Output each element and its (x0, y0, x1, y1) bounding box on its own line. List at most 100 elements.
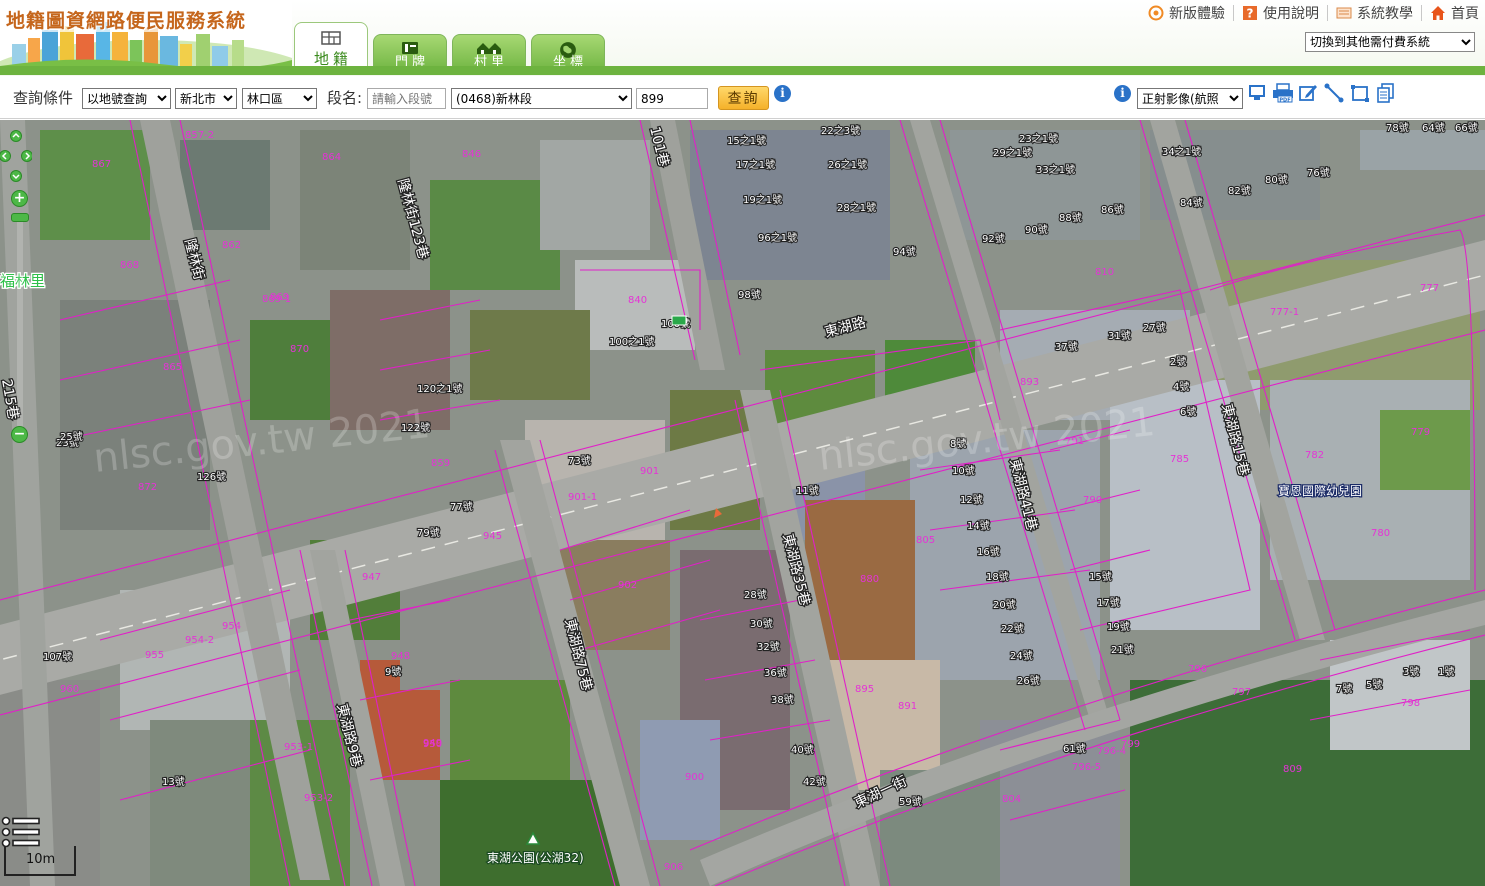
monitor-icon[interactable] (1248, 83, 1268, 103)
house-number-label: 25號 (60, 430, 83, 443)
parcel-label: 867 (92, 159, 111, 170)
poi-kindergarten-label[interactable]: 寶恩國際幼兒園 (1277, 482, 1363, 499)
house-number-label: 11號 (796, 484, 819, 497)
pan-up-icon[interactable] (10, 130, 22, 142)
edit-icon[interactable] (1298, 83, 1318, 103)
building-block (1360, 130, 1485, 170)
poi-park-label[interactable]: 東湖公園(公湖32) (486, 849, 585, 866)
parcel-label: 862 (222, 240, 241, 251)
parcel-label: 901-1 (568, 492, 597, 503)
house-number-label: 100之1號 (609, 335, 654, 348)
parcel-label: 777-1 (1270, 307, 1299, 318)
copy-icon[interactable] (1376, 83, 1396, 103)
parcel-label: 953-2 (304, 793, 333, 804)
divider (1327, 5, 1328, 21)
parcel-label: 864 (322, 152, 341, 163)
tutorial-link[interactable]: 系統教學 (1336, 3, 1413, 23)
house-number-label: 4號 (1173, 380, 1189, 393)
section-code-input[interactable] (367, 88, 446, 109)
query-mode-select[interactable]: 以地號查詢 (82, 88, 171, 109)
parcel-label: 777 (1420, 283, 1439, 294)
help-icon: ? (1243, 6, 1257, 21)
city-select[interactable]: 新北市 (175, 88, 237, 109)
basemap-info-icon[interactable]: i (1114, 85, 1131, 102)
info-icon[interactable]: i (774, 85, 791, 102)
new-version-link[interactable]: 新版體驗 (1148, 3, 1225, 23)
house-number-label: 59號 (899, 795, 922, 808)
parcel-label: 880 (860, 574, 879, 585)
house-number-label: 42號 (803, 775, 826, 788)
parcel-label: 947 (362, 572, 381, 583)
measure-area-icon[interactable] (1350, 83, 1370, 103)
zoom-out-button[interactable]: − (11, 426, 28, 443)
house-number-label: 90號 (1025, 223, 1048, 236)
house-number-label: 14號 (967, 519, 990, 532)
section-select[interactable]: (0468)新林段 (451, 88, 632, 109)
zoom-in-button[interactable]: + (11, 190, 28, 207)
house-number-label: 3號 (1403, 665, 1419, 678)
query-button[interactable]: 查詢 (718, 86, 769, 110)
house-number-label: 61號 (1063, 742, 1086, 755)
house-number-label: 18號 (986, 570, 1009, 583)
parcel-label: 891 (898, 701, 917, 712)
basemap-select[interactable]: 正射影像(航照 (1137, 88, 1243, 109)
divider (1233, 5, 1234, 21)
house-number-label: 13號 (162, 775, 185, 788)
house-number-label: 27號 (1143, 321, 1166, 334)
parcel-label: 954-2 (185, 635, 214, 646)
house-number-label: 80號 (1265, 173, 1288, 186)
parcel-label: 796-5 (1072, 762, 1101, 773)
house-number-label: 12號 (960, 493, 983, 506)
zoom-slider-track[interactable] (17, 216, 23, 430)
house-number-label: 2號 (1170, 355, 1186, 368)
house-number-label: 1號 (1438, 665, 1454, 678)
measure-distance-icon[interactable] (1324, 83, 1344, 103)
vegetation-patch (440, 780, 620, 886)
house-number-label: 23之1號 (1019, 132, 1058, 145)
parcel-label: 948 (391, 651, 410, 662)
parcel-label: 785 (1170, 454, 1189, 465)
svg-text:PDF: PDF (1279, 98, 1290, 104)
house-number-label: 17之1號 (736, 158, 775, 171)
house-number-label: 29之1號 (993, 146, 1032, 159)
house-number-label: 88號 (1059, 211, 1082, 224)
pan-right-icon[interactable] (21, 150, 33, 162)
help-link[interactable]: ? 使用說明 (1242, 3, 1319, 23)
tutorial-icon (1336, 7, 1352, 19)
parcel-label: 804 (1002, 794, 1021, 805)
logo[interactable]: 地籍圖資網路便民服務系統 (0, 0, 292, 74)
house-number-label: 66號 (1455, 121, 1478, 134)
house-number-label: 84號 (1180, 196, 1203, 209)
map-canvas[interactable]: 857-2 867 864 846 840 810 777 777-1 901 … (0, 120, 1485, 886)
parcel-label: 805 (916, 535, 935, 546)
pan-left-icon[interactable] (0, 150, 11, 162)
parcel-label: 953-1 (284, 742, 313, 753)
home-link[interactable]: 首頁 (1430, 3, 1479, 23)
pan-down-icon[interactable] (10, 170, 22, 182)
house-number-label: 22號 (1001, 622, 1024, 635)
district-select[interactable]: 林口區 (242, 88, 317, 109)
parcel-label: 949 (423, 738, 442, 749)
parcel-marker (671, 315, 687, 326)
help-label: 使用說明 (1263, 6, 1319, 22)
legend-icon[interactable] (0, 815, 44, 849)
zoom-slider-handle[interactable] (11, 213, 29, 222)
building-block (640, 720, 720, 840)
house-number-label: 34之1號 (1162, 145, 1201, 158)
parcel-label: 906 (664, 862, 683, 873)
pan-control[interactable] (0, 130, 32, 182)
parcel-label: 798 (1401, 698, 1420, 709)
house-number-label: 107號 (43, 650, 72, 663)
parcel-label: 782 (1305, 450, 1324, 461)
house-number-label: 28之1號 (837, 201, 876, 214)
house-number-label: 73號 (568, 454, 591, 467)
new-version-icon (1148, 5, 1164, 21)
parcel-number-input[interactable] (636, 88, 708, 109)
new-version-label: 新版體驗 (1169, 6, 1225, 22)
parcel-label: 960 (60, 684, 79, 695)
aerial-map: 857-2 867 864 846 840 810 777 777-1 901 … (0, 120, 1485, 886)
switch-system-select[interactable]: 切換到其他需付費系統 (1305, 32, 1475, 52)
parcel-label: 796 (1188, 664, 1207, 675)
print-pdf-icon[interactable]: PDF (1272, 83, 1296, 103)
house-number-label: 6號 (1180, 405, 1196, 418)
